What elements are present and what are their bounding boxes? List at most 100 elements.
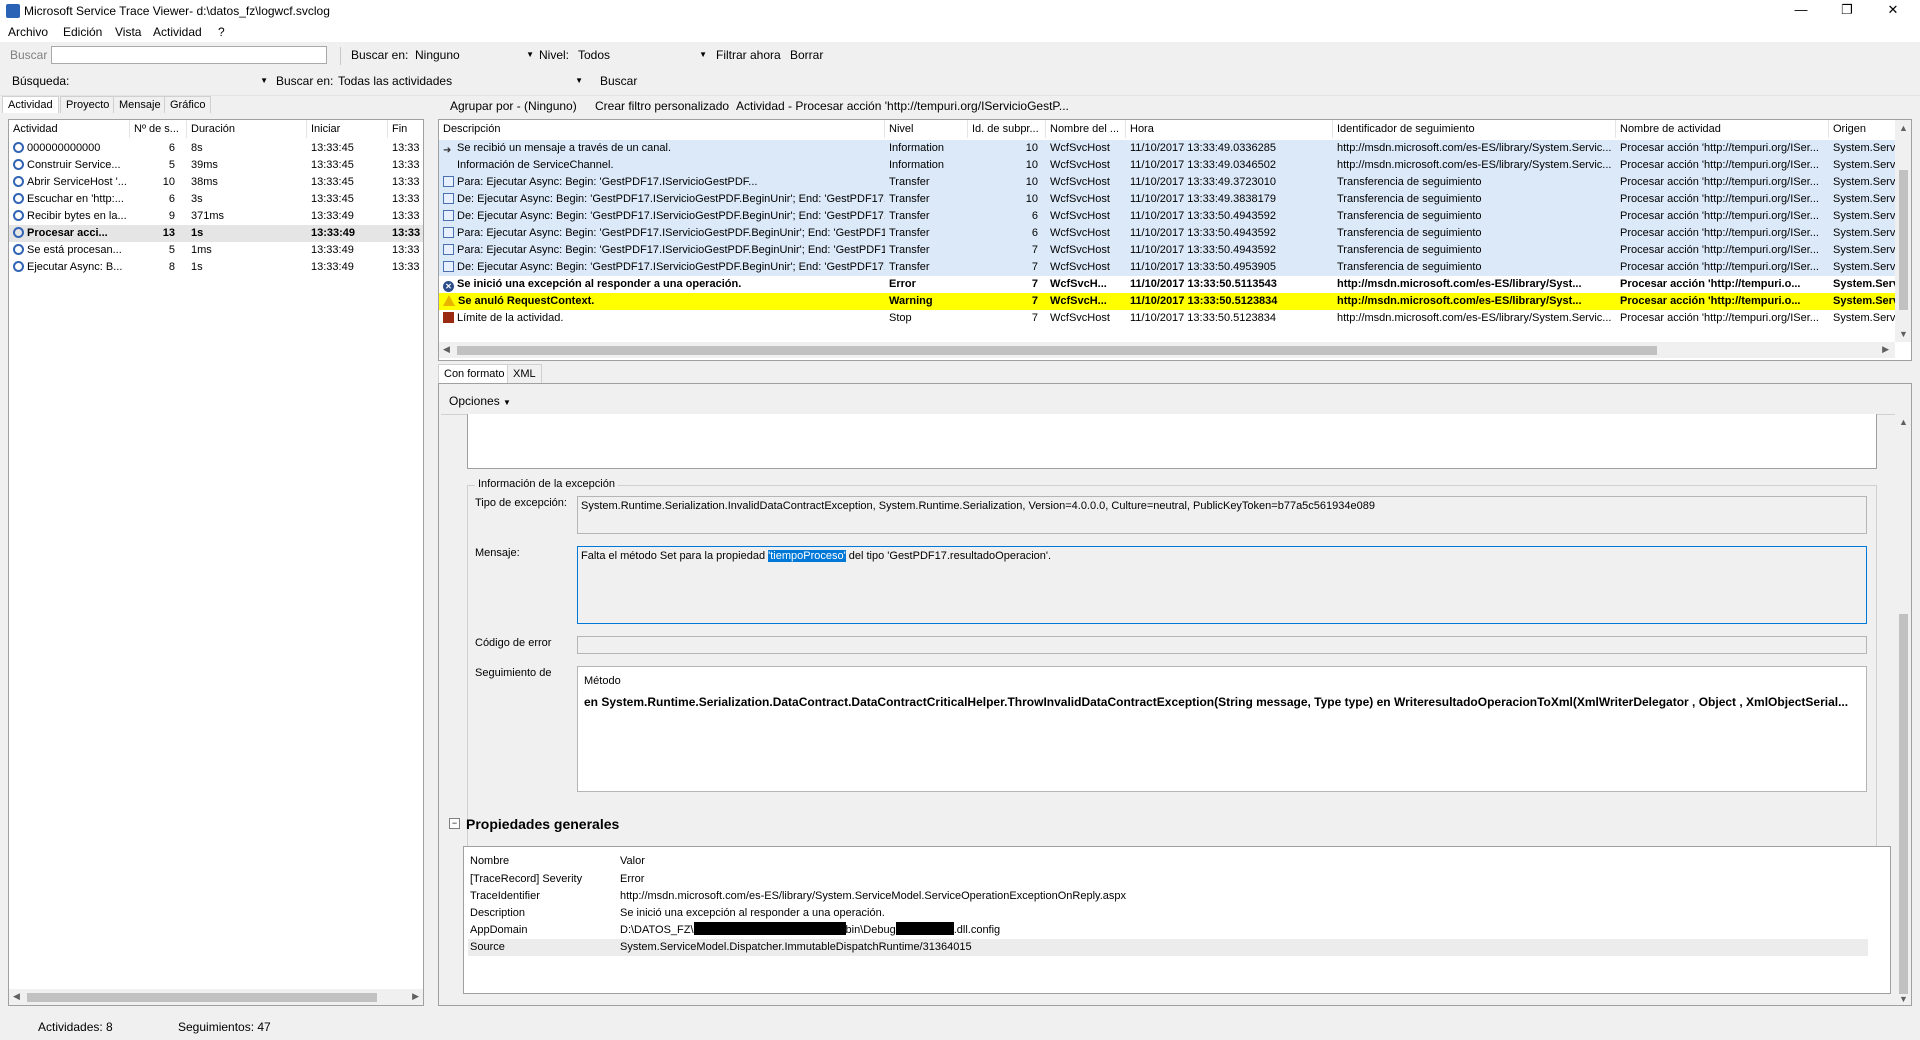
error-code-field[interactable] bbox=[577, 636, 1867, 654]
col-end[interactable]: Fin bbox=[388, 120, 423, 138]
col-trace-id[interactable]: Identificador de seguimiento bbox=[1333, 120, 1616, 138]
trace-row[interactable]: Para: Ejecutar Async: Begin: 'GestPDF17.… bbox=[439, 174, 1897, 191]
scroll-thumb[interactable] bbox=[27, 993, 377, 1002]
property-row[interactable]: Description Se inició una excepción al re… bbox=[468, 905, 1868, 922]
trace-row[interactable]: Para: Ejecutar Async: Begin: 'GestPDF17.… bbox=[439, 242, 1897, 259]
search-in-select[interactable]: Ninguno ▼ bbox=[412, 46, 536, 64]
scroll-thumb[interactable] bbox=[1899, 170, 1908, 310]
trace-row[interactable]: Se anuló RequestContext. Warning 7 WcfSvcH.… bbox=[439, 293, 1897, 310]
find-button[interactable]: Buscar bbox=[600, 74, 637, 88]
scroll-left-icon[interactable]: ◀ bbox=[13, 991, 20, 1002]
col-thread[interactable]: Id. de subpr... bbox=[968, 120, 1046, 138]
detail-vscrollbar[interactable]: ▲ ▼ bbox=[1895, 414, 1911, 1005]
stack-trace-field[interactable]: Método en System.Runtime.Serialization.D… bbox=[577, 666, 1867, 792]
activity-cell-start: 13:33:49 bbox=[311, 244, 354, 256]
col-level[interactable]: Nivel bbox=[885, 120, 968, 138]
error-code-label: Código de error bbox=[475, 637, 552, 649]
menu-actividad[interactable]: Actividad bbox=[153, 25, 202, 39]
activity-cell-end: 13:33 bbox=[392, 227, 421, 239]
close-button[interactable]: ✕ bbox=[1870, 0, 1916, 22]
tab-formatted[interactable]: Con formato bbox=[438, 364, 511, 383]
activity-hscrollbar[interactable]: ◀ ▶ bbox=[9, 989, 423, 1005]
col-start[interactable]: Iniciar bbox=[307, 120, 388, 138]
trace-row[interactable]: Información de ServiceChannel. Informatio… bbox=[439, 157, 1897, 174]
trace-row[interactable]: Para: Ejecutar Async: Begin: 'GestPDF17.… bbox=[439, 225, 1897, 242]
message-selected-text: 'tiempoProceso' bbox=[768, 550, 846, 562]
activity-row[interactable]: 000000000000 6 8s 13:33:45 13:33 bbox=[9, 140, 423, 157]
activity-row[interactable]: Procesar acci... 13 1s 13:33:49 13:33 bbox=[9, 225, 423, 242]
activity-name: Se está procesan... bbox=[27, 244, 122, 256]
tab-mensaje[interactable]: Mensaje bbox=[113, 96, 167, 113]
search-input[interactable] bbox=[51, 46, 327, 64]
activity-cell-duration: 38ms bbox=[191, 176, 218, 188]
col-activity-name[interactable]: Nombre de actividad bbox=[1616, 120, 1829, 138]
trace-hscrollbar[interactable]: ◀ ▶ bbox=[439, 342, 1895, 358]
col-time[interactable]: Hora bbox=[1126, 120, 1333, 138]
trace-description: Para: Ejecutar Async: Begin: 'GestPDF17.… bbox=[457, 244, 885, 256]
tab-xml[interactable]: XML bbox=[507, 364, 542, 383]
trace-row[interactable]: ✕ Se inició una excepción al responder a … bbox=[439, 276, 1897, 293]
menu-edicion[interactable]: Edición bbox=[63, 25, 102, 39]
collapse-icon[interactable]: − bbox=[449, 818, 460, 829]
create-filter-button[interactable]: Crear filtro personalizado bbox=[595, 99, 729, 113]
activity-row[interactable]: Recibir bytes en la... 9 371ms 13:33:49 13:3… bbox=[9, 208, 423, 225]
exception-type-field[interactable]: System.Runtime.Serialization.InvalidData… bbox=[577, 496, 1867, 534]
scroll-right-icon[interactable]: ▶ bbox=[1882, 344, 1889, 355]
options-menu[interactable]: Opciones ▼ bbox=[449, 394, 511, 408]
activity-row[interactable]: Escuchar en 'http:... 6 3s 13:33:45 13:33 bbox=[9, 191, 423, 208]
clear-button[interactable]: Borrar bbox=[790, 48, 823, 62]
scroll-left-icon[interactable]: ◀ bbox=[443, 344, 450, 355]
scroll-up-icon[interactable]: ▲ bbox=[1899, 123, 1908, 133]
trace-row[interactable]: Límite de la actividad. Stop 7 WcfSvcHost 11… bbox=[439, 310, 1897, 327]
find-in-select[interactable]: Todas las actividades ▼ bbox=[335, 72, 585, 90]
trace-row[interactable]: De: Ejecutar Async: Begin: 'GestPDF17.IS… bbox=[439, 259, 1897, 276]
scroll-down-icon[interactable]: ▼ bbox=[1899, 994, 1908, 1004]
scroll-thumb[interactable] bbox=[457, 346, 1657, 355]
activity-cell-end: 13:33 bbox=[392, 193, 420, 205]
trace-description: De: Ejecutar Async: Begin: 'GestPDF17.IS… bbox=[457, 261, 885, 273]
chevron-down-icon: ▼ bbox=[260, 76, 268, 85]
trace-row[interactable]: De: Ejecutar Async: Begin: 'GestPDF17.IS… bbox=[439, 191, 1897, 208]
activity-cell-duration: 1ms bbox=[191, 244, 212, 256]
group-by-button[interactable]: Agrupar por - (Ninguno) bbox=[450, 99, 577, 113]
col-actividad[interactable]: Actividad bbox=[9, 120, 130, 138]
message-field[interactable]: Falta el método Set para la propiedad 't… bbox=[577, 546, 1867, 624]
menu-help[interactable]: ? bbox=[218, 25, 225, 39]
tab-grafico[interactable]: Gráfico bbox=[164, 96, 212, 113]
col-process[interactable]: Nombre del ... bbox=[1046, 120, 1126, 138]
scroll-down-icon[interactable]: ▼ bbox=[1899, 329, 1908, 339]
tab-actividad[interactable]: Actividad bbox=[2, 96, 59, 113]
tab-proyecto[interactable]: Proyecto bbox=[60, 96, 116, 113]
activity-cell-end: 13:33 bbox=[392, 159, 420, 171]
find-input[interactable]: ▼ bbox=[70, 72, 270, 90]
minimize-button[interactable]: — bbox=[1778, 0, 1824, 22]
activity-row[interactable]: Abrir ServiceHost '... 10 38ms 13:33:45 13:3… bbox=[9, 174, 423, 191]
scroll-up-icon[interactable]: ▲ bbox=[1899, 417, 1908, 427]
property-row[interactable]: Source System.ServiceModel.Dispatcher.Imm… bbox=[468, 939, 1868, 956]
trace-row[interactable]: De: Ejecutar Async: Begin: 'GestPDF17.IS… bbox=[439, 208, 1897, 225]
stack-trace-label: Seguimiento de bbox=[475, 667, 552, 679]
property-row[interactable]: AppDomain D:\DATOS_FZ\ bin\Debug .dll.confi… bbox=[468, 922, 1868, 939]
scroll-thumb[interactable] bbox=[1899, 614, 1908, 994]
property-row[interactable]: TraceIdentifier http://msdn.microsoft.com… bbox=[468, 888, 1868, 905]
trace-cell-desc: Para: Ejecutar Async: Begin: 'GestPDF17.… bbox=[443, 225, 885, 242]
scroll-right-icon[interactable]: ▶ bbox=[412, 991, 419, 1002]
activity-row[interactable]: Se está procesan... 5 1ms 13:33:49 13:33 bbox=[9, 242, 423, 259]
trace-cell-src: System.Servic bbox=[1833, 159, 1897, 171]
properties-header-name: Nombre bbox=[470, 855, 510, 867]
filter-now-button[interactable]: Filtrar ahora bbox=[716, 48, 781, 62]
maximize-button[interactable]: ❐ bbox=[1824, 0, 1870, 22]
level-select[interactable]: Todos ▼ bbox=[575, 46, 709, 64]
menu-vista[interactable]: Vista bbox=[115, 25, 141, 39]
trace-row[interactable]: ➜ Se recibió un mensaje a través de un ca… bbox=[439, 140, 1897, 157]
col-duration[interactable]: Duración bbox=[187, 120, 307, 138]
col-count[interactable]: Nº de s... bbox=[130, 120, 187, 138]
menu-archivo[interactable]: Archivo bbox=[8, 25, 48, 39]
property-row[interactable]: [TraceRecord] Severity Error bbox=[468, 871, 1868, 888]
activity-row[interactable]: Construir Service... 5 39ms 13:33:45 13:33 bbox=[9, 157, 423, 174]
trace-cell-level: Transfer bbox=[889, 176, 930, 188]
trace-vscrollbar[interactable]: ▲ ▼ bbox=[1895, 120, 1911, 342]
col-description[interactable]: Descripción bbox=[439, 120, 885, 138]
blank-icon bbox=[443, 159, 454, 170]
activity-row[interactable]: Ejecutar Async: B... 8 1s 13:33:49 13:33 bbox=[9, 259, 423, 276]
